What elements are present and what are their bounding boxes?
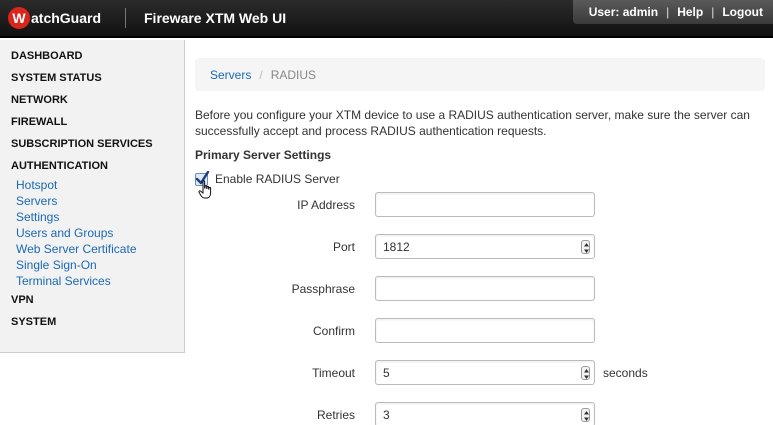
port-input[interactable]: 1812 (375, 234, 595, 259)
nav-terminal-services[interactable]: Terminal Services (0, 273, 184, 289)
port-label: Port (332, 240, 355, 254)
retries-input[interactable]: 3 (375, 402, 595, 425)
top-bar: W atchGuard Fireware XTM Web UI User: ad… (0, 0, 773, 38)
confirm-label: Confirm (312, 324, 355, 338)
confirm-row: Confirm (195, 318, 765, 344)
enable-radius-label[interactable]: Enable RADIUS Server (215, 172, 340, 186)
ip-address-input[interactable] (375, 192, 595, 217)
nav-users-and-groups[interactable]: Users and Groups (0, 225, 184, 241)
ip-address-row: IP Address (195, 192, 765, 218)
user-menu: User: admin | Help | Logout (572, 0, 773, 24)
section-title: Primary Server Settings (195, 148, 332, 162)
menu-separator: | (666, 5, 670, 19)
breadcrumb-servers-link[interactable]: Servers (210, 68, 251, 82)
nav-system-status[interactable]: SYSTEM STATUS (0, 70, 184, 92)
port-value: 1812 (383, 240, 410, 254)
nav-web-server-certificate[interactable]: Web Server Certificate (0, 241, 184, 257)
nav-subscription-services[interactable]: SUBSCRIPTION SERVICES (0, 136, 184, 158)
breadcrumb: Servers / RADIUS (195, 58, 765, 91)
nav-network[interactable]: NETWORK (0, 92, 184, 114)
nav-system[interactable]: SYSTEM (0, 314, 184, 336)
confirm-input[interactable] (375, 318, 595, 343)
timeout-label: Timeout (312, 366, 355, 380)
nav-settings[interactable]: Settings (0, 209, 184, 225)
logout-link[interactable]: Logout (722, 5, 763, 19)
intro-line-2: successfully accept and process RADIUS a… (195, 124, 547, 138)
spinner-arrows-icon (584, 411, 589, 421)
intro-line-1: Before you configure your XTM device to … (195, 108, 750, 122)
nav-firewall[interactable]: FIREWALL (0, 114, 184, 136)
passphrase-input[interactable] (375, 276, 595, 301)
authentication-submenu: Hotspot Servers Settings Users and Group… (0, 177, 184, 289)
ip-address-label: IP Address (297, 198, 355, 212)
retries-row: Retries 3 (195, 402, 765, 425)
breadcrumb-separator: / (259, 67, 263, 82)
passphrase-row: Passphrase (195, 276, 765, 302)
retries-value: 3 (383, 408, 390, 422)
sidebar: DASHBOARD SYSTEM STATUS NETWORK FIREWALL… (0, 40, 185, 353)
breadcrumb-current: RADIUS (270, 67, 317, 82)
spinner-arrows-icon (584, 369, 589, 379)
port-spinner[interactable] (581, 240, 590, 254)
header-divider (125, 8, 126, 28)
user-label: User: admin (588, 5, 659, 19)
watchguard-logo: W atchGuard (8, 6, 101, 30)
nav-dashboard[interactable]: DASHBOARD (0, 48, 184, 70)
nav-servers[interactable]: Servers (0, 193, 184, 209)
menu-separator: | (711, 5, 715, 19)
timeout-input[interactable]: 5 (375, 360, 595, 385)
logo-text: atchGuard (31, 10, 102, 26)
main-content: Servers / RADIUS Before you configure yo… (195, 58, 765, 425)
enable-radius-row: Enable RADIUS Server (195, 170, 340, 186)
timeout-row: Timeout 5 seconds (195, 360, 765, 386)
nav-single-sign-on[interactable]: Single Sign-On (0, 257, 184, 273)
timeout-unit: seconds (603, 366, 648, 380)
intro-text: Before you configure your XTM device to … (195, 107, 765, 139)
retries-spinner[interactable] (581, 408, 590, 422)
retries-label: Retries (316, 408, 355, 422)
nav-vpn[interactable]: VPN (0, 292, 184, 314)
port-row: Port 1812 (195, 234, 765, 260)
app-title: Fireware XTM Web UI (144, 10, 287, 26)
spinner-arrows-icon (584, 243, 589, 253)
nav-hotspot[interactable]: Hotspot (0, 177, 184, 193)
passphrase-label: Passphrase (291, 282, 355, 296)
timeout-spinner[interactable] (581, 366, 590, 380)
help-link[interactable]: Help (677, 5, 703, 19)
timeout-value: 5 (383, 366, 390, 380)
logo-badge: W (8, 7, 30, 29)
